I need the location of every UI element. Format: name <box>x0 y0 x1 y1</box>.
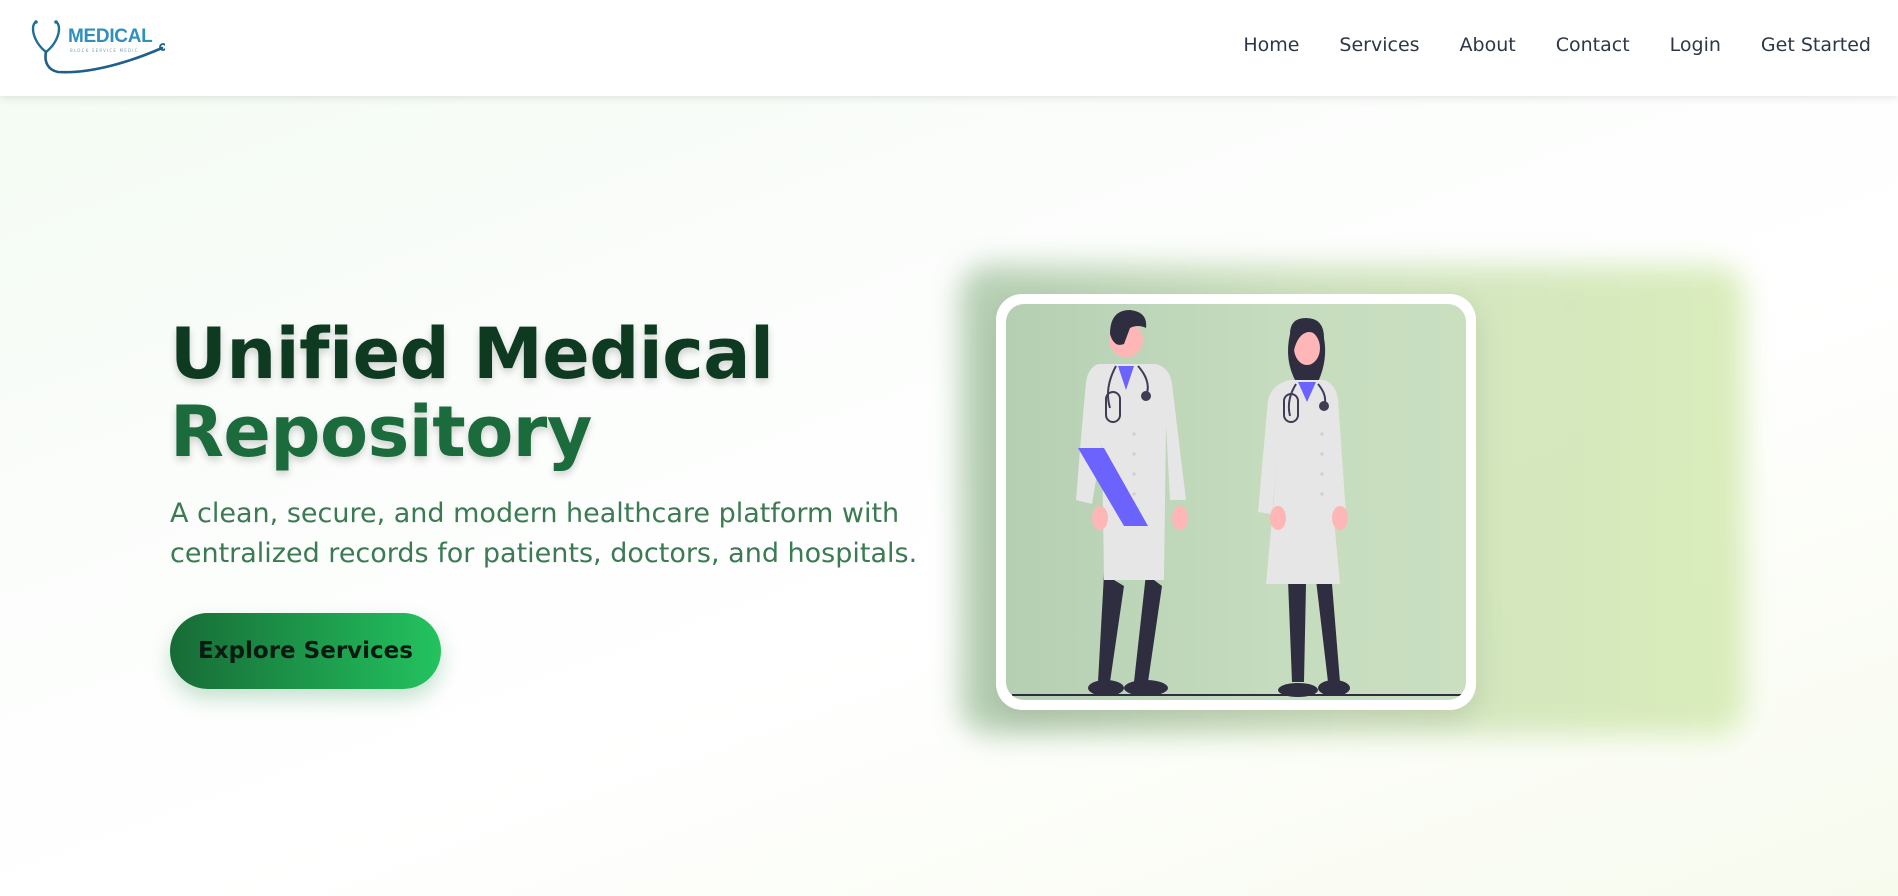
brand-tagline: BLOCK SERVICE MEDIC <box>70 48 139 53</box>
nav-contact[interactable]: Contact <box>1556 34 1630 56</box>
nav-login[interactable]: Login <box>1670 34 1721 56</box>
doctors-illustration-graphic <box>1012 310 1462 697</box>
brand-name: MEDICAL <box>68 26 153 47</box>
nav-services[interactable]: Services <box>1339 34 1419 56</box>
hero-title-line1: Unified Medical <box>170 313 774 395</box>
hero-subtitle: A clean, secure, and modern healthcare p… <box>170 498 918 569</box>
navbar: MEDICAL BLOCK SERVICE MEDIC Home Service… <box>0 0 1898 96</box>
hero-title-line2: Repository <box>170 391 592 473</box>
hero-title: Unified Medical Repository <box>170 315 774 471</box>
nav-about[interactable]: About <box>1460 34 1516 56</box>
explore-services-button[interactable]: Explore Services <box>170 613 441 689</box>
nav-get-started[interactable]: Get Started <box>1761 34 1871 56</box>
doctors-illustration <box>1006 304 1466 700</box>
main-nav: Home Services About Contact Login Get St… <box>1243 34 1871 56</box>
brand-logo[interactable]: MEDICAL BLOCK SERVICE MEDIC <box>30 18 165 76</box>
nav-home[interactable]: Home <box>1243 34 1299 56</box>
hero-image-card <box>996 294 1476 710</box>
